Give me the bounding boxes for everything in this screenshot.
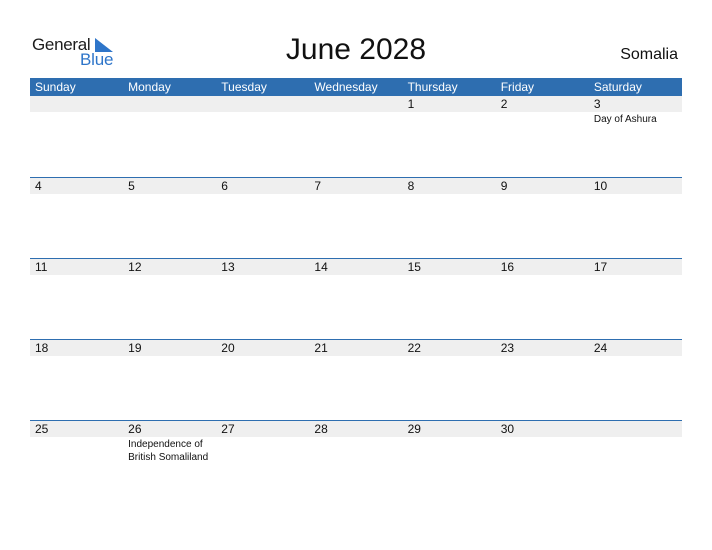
day-cell: 22 bbox=[403, 340, 496, 356]
country-label: Somalia bbox=[620, 46, 678, 63]
day-number: 12 bbox=[128, 260, 142, 274]
day-cell: 16 bbox=[496, 259, 589, 275]
weekday-tuesday: Tuesday bbox=[221, 80, 267, 94]
day-number: 16 bbox=[500, 260, 515, 274]
day-number: 17 bbox=[593, 260, 608, 274]
day-cell: 19 bbox=[123, 340, 216, 356]
weekday-saturday: Saturday bbox=[593, 80, 642, 94]
day-cell bbox=[216, 96, 309, 126]
day-number: 24 bbox=[593, 341, 608, 355]
day-number: 21 bbox=[314, 341, 328, 355]
day-cell bbox=[309, 96, 402, 126]
day-cell: 27 bbox=[216, 421, 309, 464]
day-cell: 24 bbox=[589, 340, 682, 356]
day-number: 20 bbox=[221, 341, 235, 355]
day-cell: 21 bbox=[309, 340, 402, 356]
day-cell: 6 bbox=[216, 178, 309, 194]
day-number: 6 bbox=[221, 179, 228, 193]
day-cell: 3 Day of Ashura bbox=[589, 96, 682, 126]
week-row: 1 2 3 Day of Ashura bbox=[30, 96, 682, 177]
week-row: 18 19 20 21 22 23 24 bbox=[30, 339, 682, 420]
day-number: 29 bbox=[407, 422, 421, 436]
holiday-label: Day of Ashura bbox=[593, 114, 657, 125]
day-number: 30 bbox=[500, 422, 515, 436]
weekday-monday: Monday bbox=[128, 80, 171, 94]
day-cell: 28 bbox=[309, 421, 402, 464]
holiday-label: Independence of British Somaliland bbox=[128, 439, 209, 463]
day-number: 5 bbox=[128, 179, 135, 193]
day-cell: 4 bbox=[30, 178, 123, 194]
weekday-friday: Friday bbox=[500, 80, 535, 94]
day-number: 13 bbox=[221, 260, 235, 274]
day-cell: 23 bbox=[496, 340, 589, 356]
weeks-container: 1 2 3 Day of Ashura 4 5 6 7 8 9 10 11 12 13 14 15 16 17 18… bbox=[30, 96, 682, 501]
day-cell bbox=[30, 96, 123, 126]
day-number: 28 bbox=[314, 422, 328, 436]
day-cell: 25 bbox=[30, 421, 123, 464]
day-cell: 9 bbox=[496, 178, 589, 194]
week-cells: 11 12 13 14 15 16 17 bbox=[30, 259, 682, 275]
day-number: 10 bbox=[593, 179, 608, 193]
day-number: 22 bbox=[407, 341, 421, 355]
day-number bbox=[314, 96, 402, 112]
day-number: 26 bbox=[128, 422, 142, 436]
calendar-grid: Sunday Monday Tuesday Wednesday Thursday… bbox=[30, 78, 682, 501]
day-cell: 17 bbox=[589, 259, 682, 275]
day-cell: 18 bbox=[30, 340, 123, 356]
day-number bbox=[594, 421, 682, 437]
day-cell bbox=[123, 96, 216, 126]
day-cell: 1 bbox=[403, 96, 496, 126]
day-number: 14 bbox=[314, 260, 328, 274]
day-number: 23 bbox=[500, 341, 515, 355]
weekday-header: Sunday Monday Tuesday Wednesday Thursday… bbox=[30, 78, 682, 96]
day-number bbox=[35, 96, 123, 112]
day-cell: 29 bbox=[403, 421, 496, 464]
day-number: 3 bbox=[593, 97, 601, 111]
day-number: 15 bbox=[407, 260, 421, 274]
day-number bbox=[221, 96, 309, 112]
day-cell: 13 bbox=[216, 259, 309, 275]
day-cell: 14 bbox=[309, 259, 402, 275]
weekday-sunday: Sunday bbox=[35, 80, 76, 94]
week-row: 25 26 Independence of British Somaliland 27… bbox=[30, 420, 682, 501]
day-cell: 20 bbox=[216, 340, 309, 356]
day-number: 11 bbox=[35, 260, 48, 274]
day-number: 27 bbox=[221, 422, 235, 436]
weekday-thursday: Thursday bbox=[407, 80, 458, 94]
week-cells: 18 19 20 21 22 23 24 bbox=[30, 340, 682, 356]
day-cell: 5 bbox=[123, 178, 216, 194]
week-cells: 4 5 6 7 8 9 10 bbox=[30, 178, 682, 194]
week-cells: 25 26 Independence of British Somaliland 27… bbox=[30, 421, 682, 464]
day-cell: 12 bbox=[123, 259, 216, 275]
day-cell: 7 bbox=[309, 178, 402, 194]
day-cell: 10 bbox=[589, 178, 682, 194]
day-number: 8 bbox=[407, 179, 415, 193]
day-number: 19 bbox=[128, 341, 142, 355]
day-cell: 8 bbox=[403, 178, 496, 194]
day-cell: 26 Independence of British Somaliland bbox=[123, 421, 216, 464]
day-number: 1 bbox=[407, 97, 415, 111]
weekday-wednesday: Wednesday bbox=[314, 80, 378, 94]
calendar-title: June 2028 bbox=[285, 33, 427, 66]
day-number bbox=[128, 96, 216, 112]
day-cell: 30 bbox=[496, 421, 589, 464]
week-row: 4 5 6 7 8 9 10 bbox=[30, 177, 682, 258]
day-number: 18 bbox=[35, 341, 49, 355]
day-cell bbox=[589, 421, 682, 464]
day-number: 25 bbox=[35, 422, 49, 436]
week-row: 11 12 13 14 15 16 17 bbox=[30, 258, 682, 339]
day-number: 2 bbox=[500, 97, 508, 111]
day-number: 4 bbox=[35, 179, 42, 193]
day-cell: 11 bbox=[30, 259, 123, 275]
week-cells: 1 2 3 Day of Ashura bbox=[30, 96, 682, 126]
day-cell: 15 bbox=[403, 259, 496, 275]
day-number: 9 bbox=[500, 179, 508, 193]
day-cell: 2 bbox=[496, 96, 589, 126]
day-number: 7 bbox=[314, 179, 322, 193]
